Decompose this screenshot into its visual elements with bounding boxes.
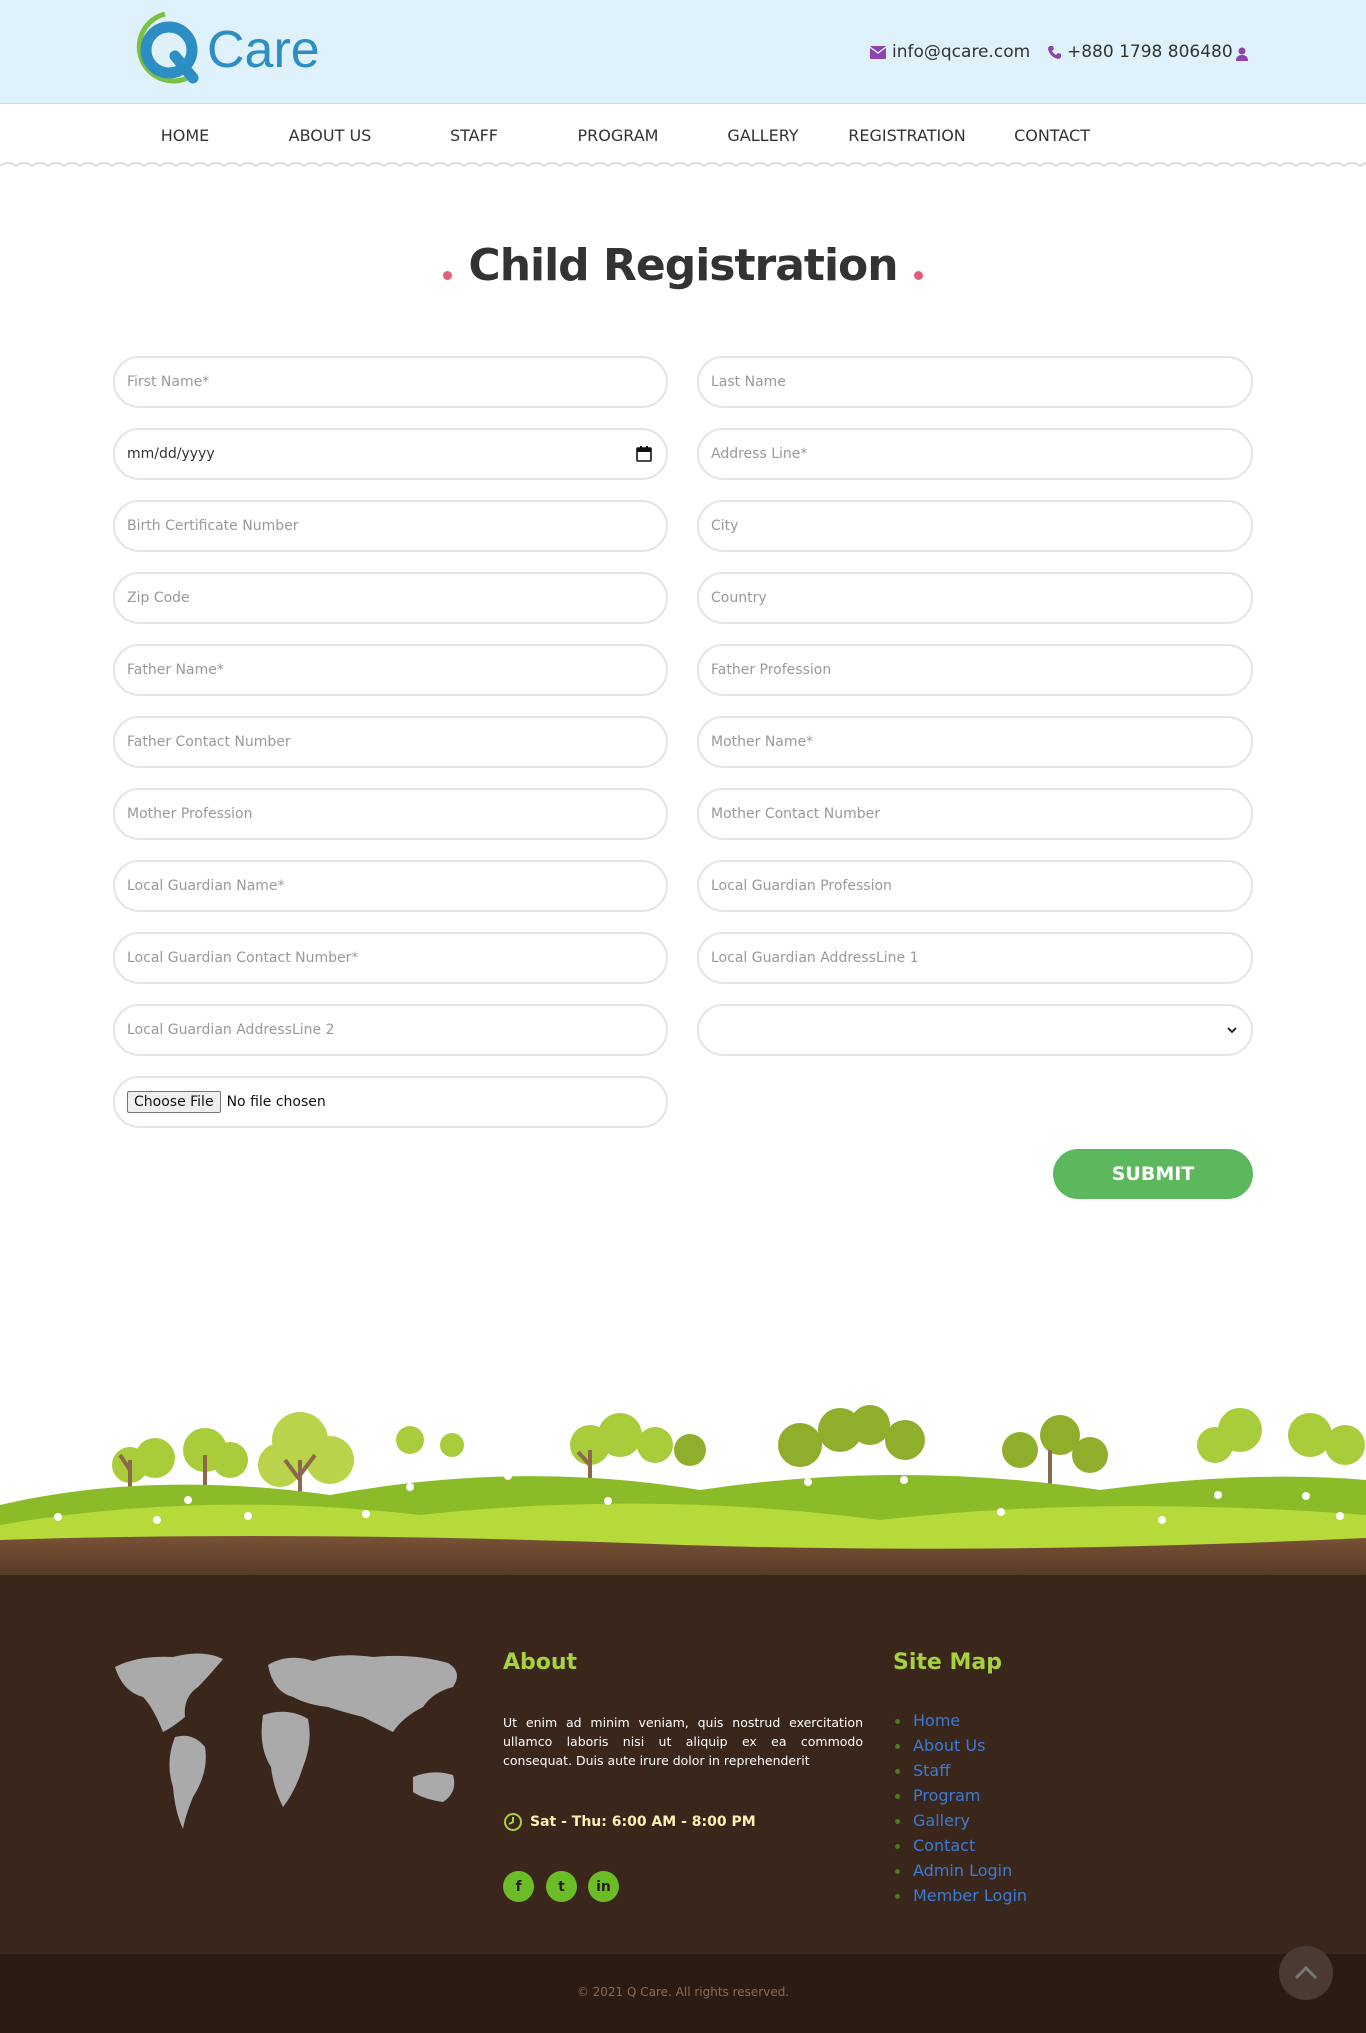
- sitemap-link-admin-login[interactable]: Admin Login: [893, 1861, 1027, 1886]
- linkedin-icon[interactable]: in: [588, 1871, 619, 1902]
- file-upload-field[interactable]: Choose File No file chosen: [113, 1076, 668, 1128]
- file-status-text: No file chosen: [226, 1094, 326, 1110]
- sitemap-link-program[interactable]: Program: [893, 1786, 1027, 1811]
- mother-name-input[interactable]: Mother Name*: [697, 716, 1253, 768]
- chevron-down-icon: [1227, 1027, 1237, 1034]
- site-footer: About Ut enim ad minim veniam, quis nost…: [0, 1575, 1366, 1954]
- opening-hours-text: Sat - Thu: 6:00 AM - 8:00 PM: [530, 1814, 756, 1830]
- guardian-profession-input[interactable]: Local Guardian Profession: [697, 860, 1253, 912]
- twitter-icon[interactable]: t: [546, 1871, 577, 1902]
- nav-about-us[interactable]: ABOUT US: [258, 126, 402, 145]
- first-name-input[interactable]: First Name*: [113, 356, 668, 408]
- select-dropdown[interactable]: [697, 1004, 1253, 1056]
- nav-wave-divider: [0, 162, 1366, 168]
- logo-text: Care: [207, 21, 320, 79]
- copyright-bar: © 2021 Q Care. All rights reserved.: [0, 1954, 1366, 2033]
- chevron-up-icon: [1294, 1966, 1318, 1980]
- sitemap-link-about-us[interactable]: About Us: [893, 1736, 1027, 1761]
- envelope-icon: [869, 46, 887, 59]
- top-header: Care info@qcare.com +880 1798 806480: [0, 0, 1366, 104]
- user-account-button[interactable]: [1236, 44, 1254, 64]
- zip-code-input[interactable]: Zip Code: [113, 572, 668, 624]
- sitemap-list: Home About Us Staff Program Gallery Cont…: [893, 1711, 1027, 1911]
- page-title: Child Registration: [468, 240, 898, 291]
- opening-hours: Sat - Thu: 6:00 AM - 8:00 PM: [503, 1812, 756, 1832]
- address-line-input[interactable]: Address Line*: [697, 428, 1253, 480]
- calendar-icon[interactable]: [636, 446, 652, 462]
- father-profession-input[interactable]: Father Profession: [697, 644, 1253, 696]
- city-input[interactable]: City: [697, 500, 1253, 552]
- title-dot-left: [443, 271, 453, 280]
- sitemap-link-home[interactable]: Home: [893, 1711, 1027, 1736]
- nav-staff[interactable]: STAFF: [402, 126, 546, 145]
- father-contact-input[interactable]: Father Contact Number: [113, 716, 668, 768]
- nav-home[interactable]: HOME: [113, 126, 257, 145]
- date-of-birth-input[interactable]: mm/dd/yyyy: [113, 428, 668, 480]
- phone-icon: [1048, 46, 1061, 59]
- facebook-icon[interactable]: f: [503, 1871, 534, 1902]
- mother-contact-input[interactable]: Mother Contact Number: [697, 788, 1253, 840]
- user-icon: [1236, 47, 1248, 61]
- back-to-top-button[interactable]: [1279, 1946, 1333, 2000]
- footer-about-text: Ut enim ad minim veniam, quis nostrud ex…: [503, 1715, 863, 1768]
- main-nav: HOME ABOUT US STAFF PROGRAM GALLERY REGI…: [0, 105, 1366, 167]
- footer-sitemap-title: Site Map: [893, 1650, 1002, 1675]
- page-heading: Child Registration: [0, 240, 1366, 291]
- header-email[interactable]: info@qcare.com: [869, 42, 1031, 62]
- header-phone[interactable]: +880 1798 806480: [1048, 42, 1233, 62]
- country-input[interactable]: Country: [697, 572, 1253, 624]
- phone-text: +880 1798 806480: [1067, 42, 1233, 62]
- email-text: info@qcare.com: [892, 42, 1031, 62]
- mother-profession-input[interactable]: Mother Profession: [113, 788, 668, 840]
- copyright-text: © 2021 Q Care. All rights reserved.: [576, 1985, 790, 1999]
- date-value: mm/dd/yyyy: [127, 446, 215, 462]
- last-name-input[interactable]: Last Name: [697, 356, 1253, 408]
- sitemap-link-member-login[interactable]: Member Login: [893, 1886, 1027, 1911]
- footer-about-title: About: [503, 1650, 578, 1675]
- sitemap-link-staff[interactable]: Staff: [893, 1761, 1027, 1786]
- sitemap-link-gallery[interactable]: Gallery: [893, 1811, 1027, 1836]
- choose-file-button[interactable]: Choose File: [127, 1091, 221, 1113]
- submit-button[interactable]: SUBMIT: [1053, 1149, 1253, 1199]
- guardian-address2-input[interactable]: Local Guardian AddressLine 2: [113, 1004, 668, 1056]
- nav-contact[interactable]: CONTACT: [980, 126, 1124, 145]
- guardian-name-input[interactable]: Local Guardian Name*: [113, 860, 668, 912]
- birth-certificate-input[interactable]: Birth Certificate Number: [113, 500, 668, 552]
- guardian-address1-input[interactable]: Local Guardian AddressLine 1: [697, 932, 1253, 984]
- logo-mark-icon: [136, 11, 199, 84]
- logo[interactable]: Care: [127, 11, 327, 86]
- world-map-icon: [115, 1653, 457, 1829]
- sitemap-link-contact[interactable]: Contact: [893, 1836, 1027, 1861]
- father-name-input[interactable]: Father Name*: [113, 644, 668, 696]
- guardian-contact-input[interactable]: Local Guardian Contact Number*: [113, 932, 668, 984]
- nav-program[interactable]: PROGRAM: [546, 126, 690, 145]
- nav-gallery[interactable]: GALLERY: [691, 126, 835, 145]
- clock-icon: [504, 1813, 522, 1831]
- title-dot-right: [913, 271, 923, 280]
- landscape-illustration: [0, 1405, 1366, 1590]
- nav-registration[interactable]: REGISTRATION: [835, 126, 979, 145]
